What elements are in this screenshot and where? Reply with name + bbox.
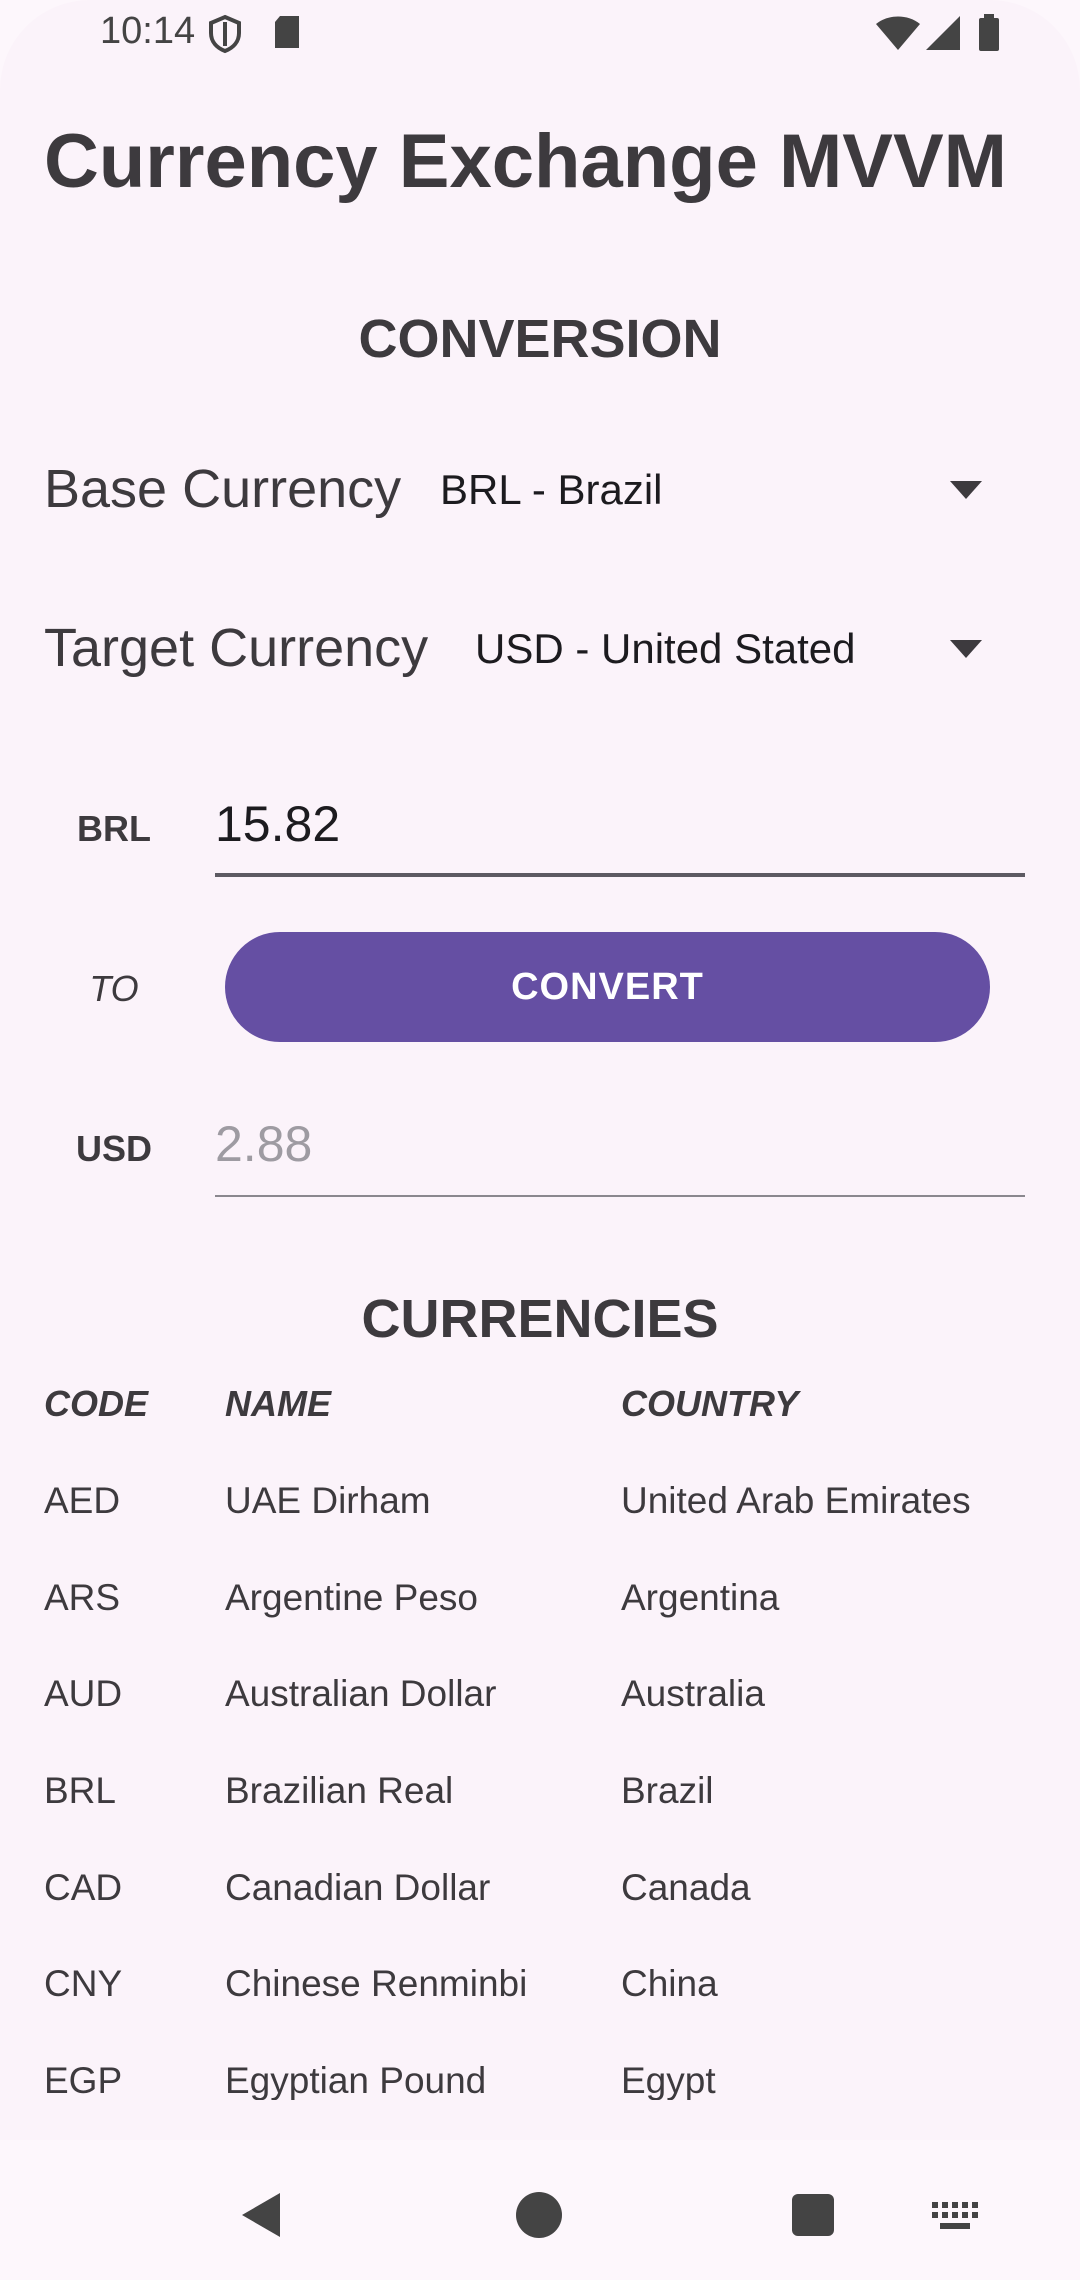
home-icon[interactable] — [514, 2190, 564, 2240]
table-header: CODE NAME COUNTRY — [0, 1383, 1080, 1479]
conversion-section-title: CONVERSION — [358, 309, 722, 369]
header-country: COUNTRY — [621, 1383, 799, 1424]
table-row: AED UAE Dirham United Arab Emirates — [0, 1480, 1080, 1576]
wifi-icon — [876, 16, 920, 50]
row-name: Egyptian Pound — [225, 2060, 487, 2100]
target-amount-output: 2.88 — [215, 1115, 1025, 1197]
row-code: ARS — [44, 1577, 121, 1618]
base-currency-label: Base Currency — [44, 459, 402, 519]
target-currency-label: Target Currency — [44, 618, 429, 678]
app-title: Currency Exchange MVVM — [44, 119, 1007, 204]
base-code-label: BRL — [77, 808, 151, 849]
row-country: Australia — [621, 1673, 765, 1714]
table-row: BRL Brazilian Real Brazil — [0, 1770, 1080, 1866]
convert-button[interactable]: CONVERT — [225, 932, 990, 1042]
status-time: 10:14 — [100, 10, 196, 52]
keyboard-icon[interactable] — [932, 2202, 978, 2232]
row-country: Argentina — [621, 1577, 780, 1618]
row-code: AUD — [44, 1673, 123, 1714]
target-code-label: USD — [75, 1128, 152, 1169]
row-code: EGP — [44, 2060, 123, 2100]
base-amount-input[interactable]: 15.82 — [215, 795, 1025, 877]
row-code: CAD — [44, 1867, 123, 1908]
target-currency-value: USD - United Stated — [475, 625, 856, 672]
back-icon[interactable] — [238, 2190, 284, 2240]
row-country: Egypt — [621, 2060, 716, 2100]
row-code: BRL — [44, 1770, 116, 1811]
row-name: Argentine Peso — [225, 1577, 479, 1618]
row-name: Canadian Dollar — [225, 1867, 491, 1908]
sd-card-icon — [275, 16, 299, 48]
row-name: Australian Dollar — [225, 1673, 497, 1714]
header-name: NAME — [225, 1383, 331, 1424]
to-label: TO — [89, 968, 139, 1009]
row-country: Canada — [621, 1867, 751, 1908]
target-currency-dropdown[interactable]: USD - United Stated — [475, 614, 1000, 684]
table-row: CAD Canadian Dollar Canada — [0, 1867, 1080, 1963]
row-country: Brazil — [621, 1770, 714, 1811]
row-name: UAE Dirham — [225, 1480, 431, 1521]
chevron-down-icon — [950, 481, 982, 499]
table-row: AUD Australian Dollar Australia — [0, 1673, 1080, 1769]
table-row: EGP Egyptian Pound Egypt — [0, 2060, 1080, 2100]
navigation-bar — [0, 2140, 1080, 2280]
row-name: Chinese Renminbi — [225, 1963, 528, 2004]
base-currency-dropdown[interactable]: BRL - Brazil — [440, 455, 1000, 525]
battery-icon — [979, 14, 999, 51]
chevron-down-icon — [950, 640, 982, 658]
app-screen: 10:14 Currency Exchange MVVM CONVERSION … — [0, 0, 1080, 2280]
row-country: United Arab Emirates — [621, 1480, 971, 1521]
row-code: CNY — [44, 1963, 123, 2004]
table-row: ARS Argentine Peso Argentina — [0, 1577, 1080, 1673]
recents-icon[interactable] — [790, 2192, 836, 2238]
row-code: AED — [44, 1480, 121, 1521]
signal-icon — [926, 16, 960, 50]
currencies-table[interactable]: CODE NAME COUNTRY AED UAE Dirham United … — [0, 1375, 1080, 2100]
shield-icon — [209, 14, 241, 54]
status-bar: 10:14 — [0, 0, 1080, 70]
header-code: CODE — [44, 1383, 149, 1424]
base-currency-value: BRL - Brazil — [440, 466, 663, 513]
currencies-section-title: CURRENCIES — [361, 1289, 719, 1349]
row-country: China — [621, 1963, 718, 2004]
row-name: Brazilian Real — [225, 1770, 454, 1811]
table-row: CNY Chinese Renminbi China — [0, 1963, 1080, 2059]
